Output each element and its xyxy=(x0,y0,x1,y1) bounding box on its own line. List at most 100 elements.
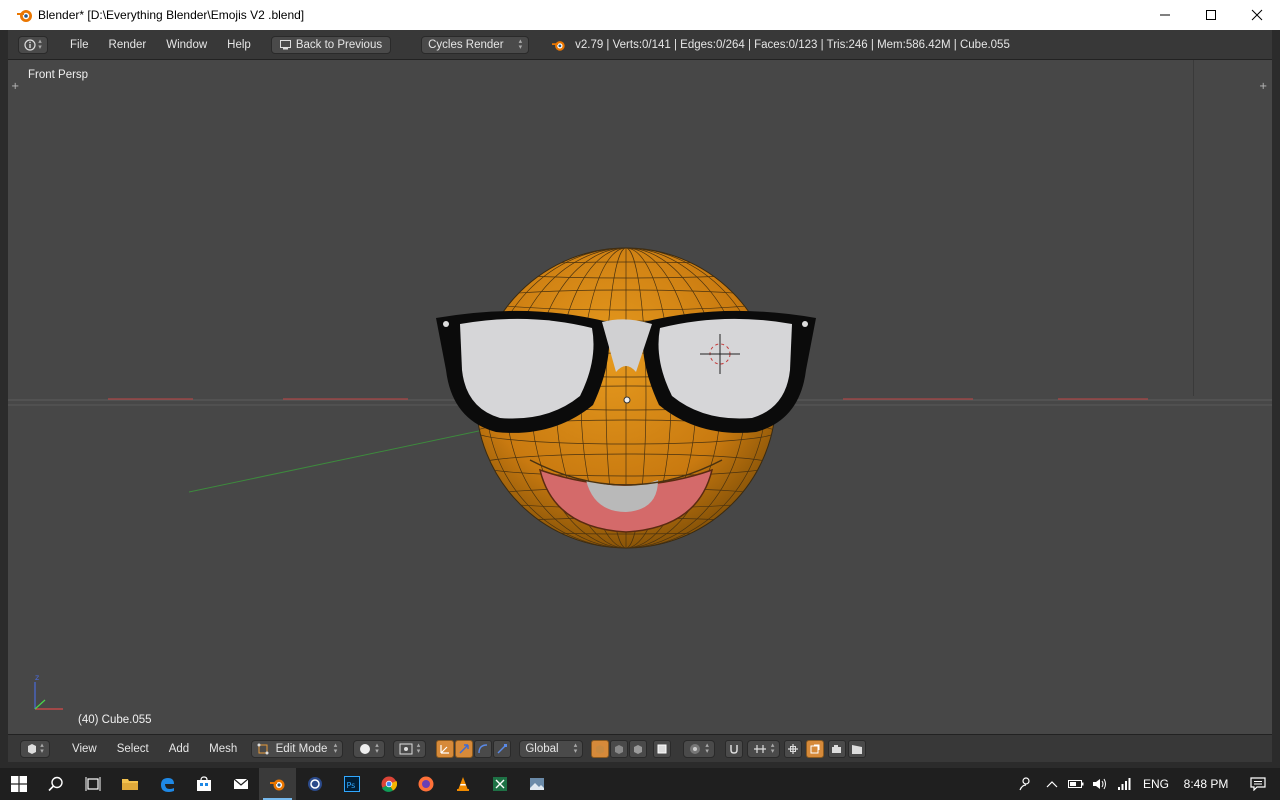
photoshop-taskbar-button[interactable]: Ps xyxy=(333,768,370,800)
minimize-button[interactable] xyxy=(1142,0,1188,30)
occlude-geometry-button[interactable] xyxy=(653,739,672,758)
close-button[interactable] xyxy=(1234,0,1280,30)
render-layer-button[interactable] xyxy=(806,739,825,758)
blender-logo-icon xyxy=(17,10,32,22)
minimize-icon xyxy=(1160,14,1170,16)
stats-text: v2.79 | Verts:0/141 | Edges:0/264 | Face… xyxy=(575,38,1010,51)
manipulator-group xyxy=(436,739,512,758)
menu-mesh[interactable]: Mesh xyxy=(199,743,247,755)
opengl-animation-button[interactable] xyxy=(848,739,867,758)
chevron-up-icon xyxy=(1046,781,1058,788)
windows-taskbar: Ps ENG 8:48 PM xyxy=(0,768,1280,800)
action-center-button[interactable] xyxy=(1236,777,1280,791)
scale-toggle[interactable] xyxy=(493,739,512,758)
manipulator-toggle[interactable] xyxy=(436,739,455,758)
pivot-point-select[interactable]: ▴ ▾ xyxy=(392,739,427,758)
snap-target-icon xyxy=(788,743,799,754)
battery-indicator[interactable] xyxy=(1064,779,1088,789)
menu-file[interactable]: File xyxy=(60,39,99,51)
object-origin xyxy=(623,396,631,404)
updown-arrows-icon: ▴ ▾ xyxy=(770,741,775,755)
camera-icon xyxy=(832,744,842,753)
glasses-rivet xyxy=(802,321,808,327)
menu-render[interactable]: Render xyxy=(99,39,157,51)
snap-target-button[interactable] xyxy=(784,739,803,758)
menu-help[interactable]: Help xyxy=(217,39,261,51)
excel-taskbar-button[interactable] xyxy=(481,768,518,800)
window-controls xyxy=(1142,0,1280,30)
mail-taskbar-button[interactable] xyxy=(222,768,259,800)
menu-window[interactable]: Window xyxy=(156,39,217,51)
updown-arrows-icon: ▴ ▾ xyxy=(416,741,421,755)
render-engine-select[interactable]: Cycles Render ▴ ▾ xyxy=(421,35,530,54)
start-button[interactable] xyxy=(0,768,37,800)
maximize-button[interactable] xyxy=(1188,0,1234,30)
volume-button[interactable] xyxy=(1088,778,1112,790)
network-button[interactable] xyxy=(1112,778,1136,790)
snap-element-select[interactable]: ▴ ▾ xyxy=(746,739,781,758)
rotate-toggle[interactable] xyxy=(474,739,493,758)
menu-select[interactable]: Select xyxy=(107,743,159,755)
info-icon xyxy=(24,38,36,51)
vertex-select-button[interactable] xyxy=(591,739,610,758)
language-indicator[interactable]: ENG xyxy=(1136,777,1176,791)
spreadsheet-icon xyxy=(492,777,507,791)
orientation-value: Global xyxy=(525,742,559,755)
back-to-previous-button[interactable]: Back to Previous xyxy=(270,35,392,54)
blender-taskbar-button[interactable] xyxy=(259,768,296,800)
folder-icon xyxy=(121,779,138,790)
chrome-taskbar-button[interactable] xyxy=(370,768,407,800)
show-hidden-icons-button[interactable] xyxy=(1040,780,1064,788)
firefox-taskbar-button[interactable] xyxy=(407,768,444,800)
edge-taskbar-button[interactable] xyxy=(148,768,185,800)
vlc-cone-icon xyxy=(456,777,469,791)
solid-shading-icon xyxy=(360,743,371,754)
translate-toggle[interactable] xyxy=(455,739,474,758)
people-button[interactable] xyxy=(1010,777,1040,791)
menu-view[interactable]: View xyxy=(62,743,107,755)
search-button[interactable] xyxy=(37,768,74,800)
opengl-render-button[interactable] xyxy=(828,739,847,758)
firefox-icon xyxy=(418,776,433,792)
edge-select-button[interactable] xyxy=(610,739,629,758)
task-view-icon xyxy=(85,777,100,791)
task-view-button[interactable] xyxy=(74,768,111,800)
transform-orientation-select[interactable]: Global ▴ ▾ xyxy=(519,739,584,758)
updown-arrows-icon: ▴ ▾ xyxy=(705,741,709,755)
axis-gizmo: z xyxy=(34,673,63,710)
screen-icon xyxy=(279,39,291,49)
3d-view-icon xyxy=(28,743,37,754)
scale-icon xyxy=(497,743,508,753)
edit-mode-icon xyxy=(257,743,269,754)
photos-taskbar-button[interactable] xyxy=(518,768,555,800)
clock[interactable]: 8:48 PM xyxy=(1176,777,1236,791)
scene-stats: v2.79 | Verts:0/141 | Edges:0/264 | Face… xyxy=(551,38,1010,52)
face-select-button[interactable] xyxy=(629,739,648,758)
active-object-label: (40) Cube.055 xyxy=(78,714,152,726)
rotate-icon xyxy=(478,743,488,753)
edge-select-icon xyxy=(615,744,624,754)
viewport-scene: z xyxy=(8,247,1272,710)
mode-value: Edit Mode xyxy=(275,742,328,755)
editor-type-button[interactable]: ▴ ▾ xyxy=(18,35,48,54)
vlc-taskbar-button[interactable] xyxy=(444,768,481,800)
snap-toggle[interactable] xyxy=(724,739,743,758)
edge-browser-icon xyxy=(160,778,174,792)
speaker-icon xyxy=(1093,778,1106,790)
snap-increment-icon xyxy=(753,744,766,753)
cinema4d-taskbar-button[interactable] xyxy=(296,768,333,800)
store-taskbar-button[interactable] xyxy=(185,768,222,800)
photos-icon xyxy=(529,778,544,790)
3d-viewport[interactable]: Front Persp + + z (40) Cube.055 xyxy=(8,60,1272,734)
file-explorer-taskbar-button[interactable] xyxy=(111,768,148,800)
svg-text:Ps: Ps xyxy=(346,781,355,790)
updown-arrows-icon: ▴ ▾ xyxy=(573,741,578,755)
menu-add[interactable]: Add xyxy=(159,743,199,755)
viewport-shading-select[interactable]: ▴ ▾ xyxy=(353,739,385,758)
proportional-edit-select[interactable]: ▴ ▾ xyxy=(683,739,715,758)
glasses-rivet xyxy=(443,321,449,327)
editor-type-button[interactable]: ▴ ▾ xyxy=(20,739,50,758)
mode-select[interactable]: Edit Mode ▴ ▾ xyxy=(251,739,344,758)
cinema4d-icon xyxy=(307,777,322,791)
updown-arrows-icon: ▴ ▾ xyxy=(40,741,44,755)
